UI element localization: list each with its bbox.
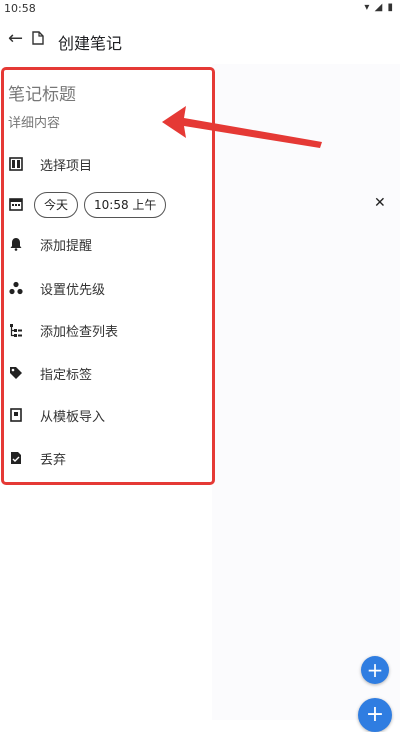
add-fab-button[interactable]: + (361, 656, 389, 684)
pointer-arrow (162, 106, 322, 148)
document-icon (32, 30, 44, 49)
close-icon[interactable]: ✕ (374, 195, 386, 211)
status-time: 10:58 (4, 2, 36, 15)
add-note-fab-button[interactable]: + (358, 698, 392, 732)
status-icons: ▾ ◢ ▮ (364, 2, 394, 13)
top-bar: ← 创建笔记 (0, 18, 400, 64)
side-panel-background (212, 64, 400, 720)
status-bar: 10:58 ▾ ◢ ▮ (0, 0, 400, 18)
page-title: 创建笔记 (58, 34, 123, 53)
back-arrow-icon[interactable]: ← (8, 29, 23, 49)
